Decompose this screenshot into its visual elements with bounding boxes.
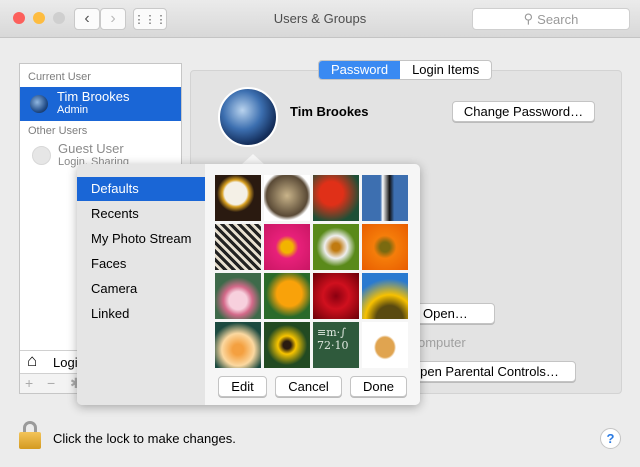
tile-red-rose[interactable]: [313, 273, 359, 319]
tab-login-items[interactable]: Login Items: [400, 61, 491, 79]
menu-item-linked[interactable]: Linked: [77, 302, 205, 326]
user-full-name: Tim Brookes: [290, 104, 369, 119]
add-user-button[interactable]: +: [25, 375, 33, 391]
tab-bar: Password Login Items: [318, 60, 493, 80]
guest-name: Guest User: [58, 141, 124, 156]
menu-item-defaults[interactable]: Defaults: [77, 177, 205, 201]
user-picture[interactable]: [218, 87, 278, 147]
source-menu: Defaults Recents My Photo Stream Faces C…: [77, 164, 205, 405]
computer-label: omputer: [418, 335, 466, 350]
picture-popover: Defaults Recents My Photo Stream Faces C…: [77, 164, 420, 405]
remove-user-button[interactable]: −: [47, 375, 55, 391]
house-icon: ⌂: [27, 351, 38, 370]
tab-password[interactable]: Password: [319, 61, 401, 79]
menu-item-faces[interactable]: Faces: [77, 252, 205, 276]
search-input[interactable]: ⚲ Search: [472, 8, 630, 30]
tile-eagle[interactable]: [215, 175, 261, 221]
tile-chalkboard[interactable]: ≡m·∫ 72·10: [313, 322, 359, 368]
change-password-button[interactable]: Change Password…: [452, 101, 595, 122]
user-name: Tim Brookes: [57, 89, 130, 104]
edit-button[interactable]: Edit: [218, 376, 267, 397]
tile-fortune-cookie[interactable]: [362, 322, 408, 368]
search-placeholder: Search: [537, 11, 579, 27]
guest-avatar-icon: [32, 146, 51, 165]
tile-pink-dahlia[interactable]: [264, 224, 310, 270]
help-button[interactable]: ?: [600, 428, 621, 449]
tile-dandelion[interactable]: [313, 224, 359, 270]
user-role: Admin: [57, 104, 89, 116]
picture-grid: ≡m·∫ 72·10 Edit Cancel Done: [205, 164, 420, 405]
menu-item-photo-stream[interactable]: My Photo Stream: [77, 227, 205, 251]
cancel-button[interactable]: Cancel: [275, 376, 342, 397]
lock-message: Click the lock to make changes.: [53, 431, 236, 446]
tile-lotus[interactable]: [215, 273, 261, 319]
avatar: [30, 95, 48, 113]
tile-poppy[interactable]: [264, 273, 310, 319]
tile-zebra[interactable]: [215, 224, 261, 270]
tile-orange-gerbera[interactable]: [362, 224, 408, 270]
current-user-header: Current User: [28, 71, 91, 83]
tile-owl[interactable]: [264, 175, 310, 221]
menu-item-recents[interactable]: Recents: [77, 202, 205, 226]
lock-icon[interactable]: [18, 421, 42, 449]
menu-item-camera[interactable]: Camera: [77, 277, 205, 301]
other-users-header: Other Users: [28, 125, 88, 137]
tile-yellow-rose[interactable]: [215, 322, 261, 368]
done-button[interactable]: Done: [350, 376, 407, 397]
tile-parrot[interactable]: [313, 175, 359, 221]
tile-sunflower[interactable]: [362, 273, 408, 319]
open-parental-controls-button[interactable]: Open Parental Controls…: [404, 361, 576, 382]
user-row-tim-brookes[interactable]: Tim Brookes Admin: [20, 87, 181, 121]
tile-black-eyed-susan[interactable]: [264, 322, 310, 368]
search-icon: ⚲: [523, 11, 534, 26]
tile-penguin[interactable]: [362, 175, 408, 221]
